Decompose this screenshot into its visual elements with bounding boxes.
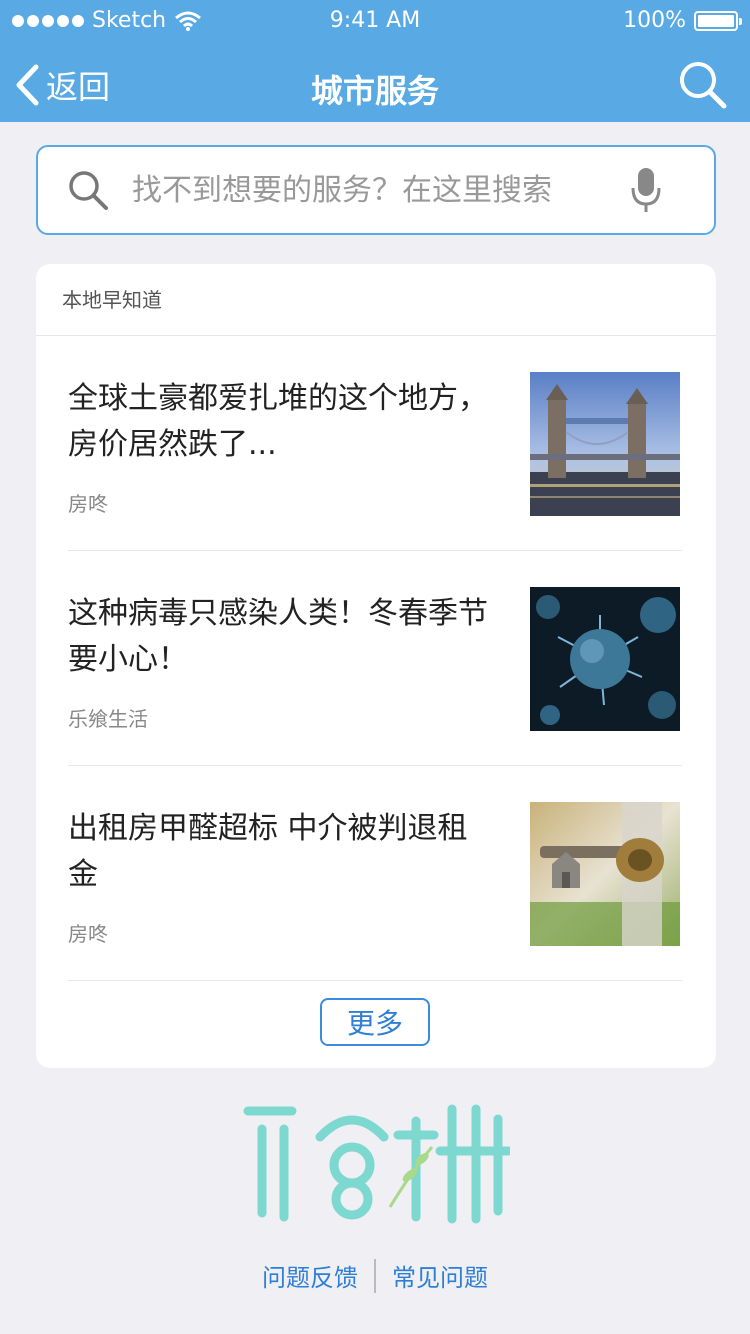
footer-divider — [374, 1258, 376, 1293]
news-source: 乐飨生活 — [68, 707, 148, 731]
top-bar: Sketch 9:41 AM 100% 返回 城市服务 — [0, 0, 750, 122]
section-title: 本地早知道 — [36, 264, 716, 336]
news-title: 出租房甲醛超标 中介被判退租金 — [68, 811, 468, 892]
news-item[interactable]: 这种病毒只感染人类！冬春季节要小心！ 乐飨生活 — [68, 551, 682, 766]
search-icon[interactable] — [676, 58, 728, 110]
bridge-photo-icon — [530, 372, 680, 516]
news-source: 房咚 — [68, 492, 108, 516]
more-button[interactable]: 更多 — [320, 998, 430, 1046]
key-photo-icon — [530, 802, 680, 946]
news-item[interactable]: 出租房甲醛超标 中介被判退租金 房咚 — [68, 766, 682, 981]
news-thumbnail — [530, 802, 680, 946]
news-thumbnail — [530, 372, 680, 516]
news-item[interactable]: 全球土豪都爱扎堆的这个地方，房价居然跌了... 房咚 — [68, 336, 682, 551]
news-title: 全球土豪都爱扎堆的这个地方，房价居然跌了... — [68, 381, 488, 462]
battery-icon — [694, 10, 742, 31]
faq-link[interactable]: 常见问题 — [392, 1258, 488, 1293]
page-title: 城市服务 — [310, 72, 439, 110]
news-title: 这种病毒只感染人类！冬春季节要小心！ — [68, 596, 488, 677]
virus-photo-icon — [530, 587, 680, 731]
news-card: 本地早知道 全球土豪都爱扎堆的这个地方，房价居然跌了... 房咚 这种病毒只感染… — [36, 264, 716, 1068]
search-input[interactable] — [132, 172, 612, 208]
navigation-bar: 返回 城市服务 — [0, 44, 750, 122]
status-bar: Sketch 9:41 AM 100% — [0, 0, 750, 44]
news-source: 房咚 — [68, 922, 108, 946]
feedback-link[interactable]: 问题反馈 — [262, 1258, 358, 1293]
search-icon — [69, 171, 108, 210]
footer-links: 问题反馈 常见问题 — [0, 1258, 750, 1293]
microphone-icon[interactable] — [630, 166, 662, 214]
battery-percent: 100% — [623, 8, 686, 33]
city-logo-icon — [243, 1104, 510, 1224]
news-thumbnail — [530, 587, 680, 731]
search-bar[interactable] — [36, 145, 716, 235]
status-right: 100% — [623, 8, 742, 33]
